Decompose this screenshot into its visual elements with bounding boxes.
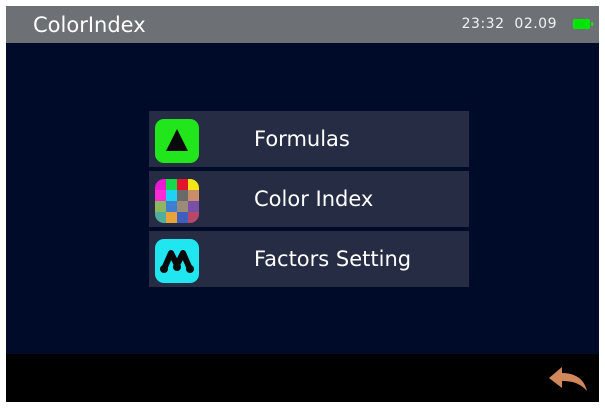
menu-item-formulas[interactable]: Formulas xyxy=(149,111,469,167)
title-bar: ColorIndex 23:32 02.09 xyxy=(6,6,599,43)
menu-item-label: Formulas xyxy=(254,127,350,151)
menu-item-label: Factors Setting xyxy=(254,247,412,271)
menu-item-color-index[interactable]: Color Index xyxy=(149,171,469,227)
menu-item-label: Color Index xyxy=(254,187,374,211)
time-text: 23:32 xyxy=(461,16,505,32)
device-screen: ColorIndex 23:32 02.09 Formulas Color In… xyxy=(6,6,599,402)
menu-item-factors-setting[interactable]: Factors Setting xyxy=(149,231,469,287)
back-arrow-icon[interactable] xyxy=(547,364,589,394)
clock-readout: 23:32 02.09 xyxy=(462,16,557,32)
color-palette-icon xyxy=(155,179,199,223)
triangle-icon xyxy=(155,119,199,163)
date-text: 02.09 xyxy=(514,16,557,32)
factors-icon xyxy=(155,239,199,283)
bottom-bar xyxy=(6,354,599,402)
battery-icon xyxy=(573,19,593,29)
app-title: ColorIndex xyxy=(33,13,146,37)
